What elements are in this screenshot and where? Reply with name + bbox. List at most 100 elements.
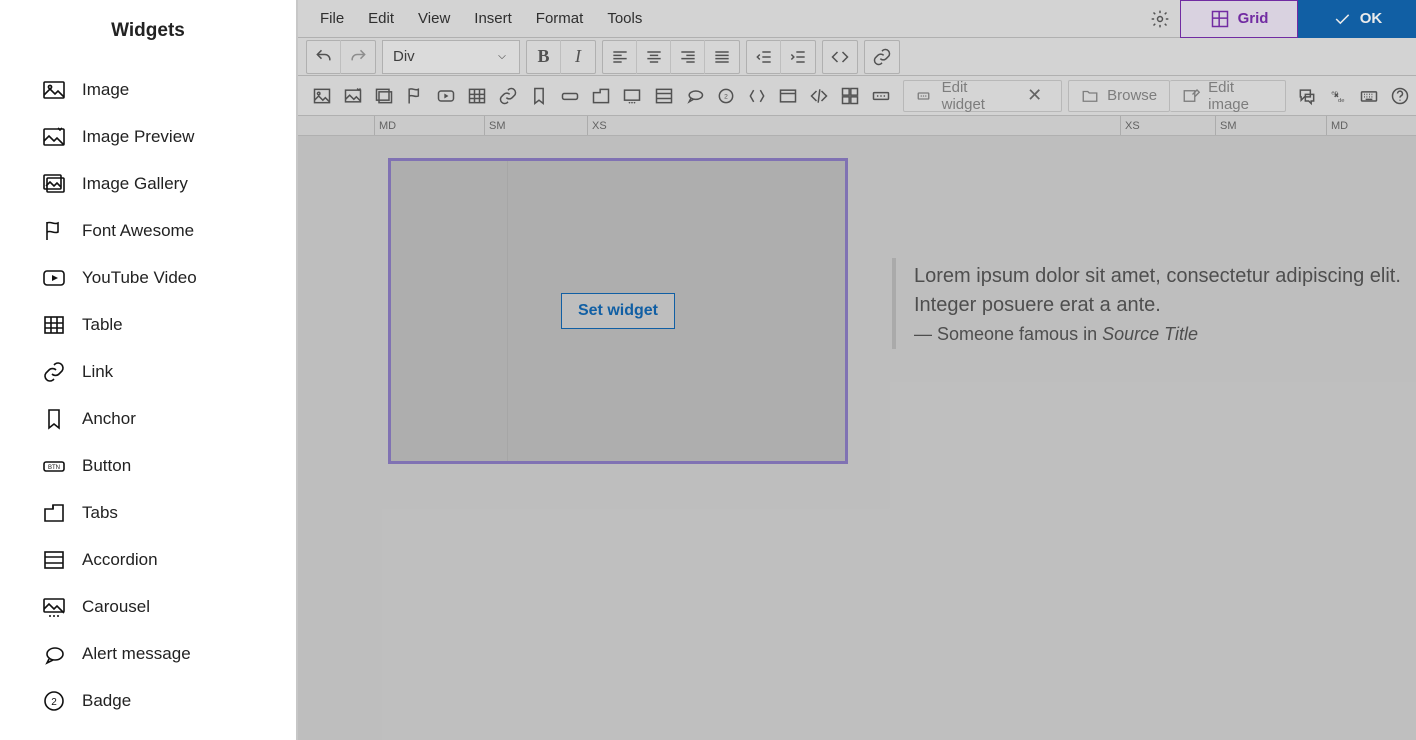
widget-item-label: Badge	[82, 691, 131, 711]
menu-insert[interactable]: Insert	[462, 0, 524, 37]
widget-item-tabs[interactable]: Tabs	[0, 489, 296, 536]
insert-more-button[interactable]	[866, 80, 897, 112]
undo-icon	[314, 47, 334, 67]
insert-image-button[interactable]	[306, 80, 337, 112]
menu-file[interactable]: File	[308, 0, 356, 37]
edit-widget-button[interactable]: Edit widget ✕	[903, 80, 1063, 112]
widget-item-link[interactable]: Link	[0, 348, 296, 395]
table-icon	[467, 86, 487, 106]
insert-link-button2[interactable]	[493, 80, 524, 112]
blockquote[interactable]: Lorem ipsum dolor sit amet, consectetur …	[892, 258, 1402, 349]
outdent-button[interactable]	[747, 40, 781, 74]
widget-item-label: Image	[82, 80, 129, 100]
gear-icon	[1150, 9, 1170, 29]
ruler-mark-xs-left: XS	[587, 116, 607, 135]
widget-item-label: Button	[82, 456, 131, 476]
insert-button-button[interactable]	[555, 80, 586, 112]
editor-canvas[interactable]: Set widget Lorem ipsum dolor sit amet, c…	[298, 136, 1416, 740]
language-button[interactable]: ende	[1323, 80, 1354, 112]
italic-button[interactable]: I	[561, 40, 595, 74]
help-button[interactable]	[1385, 80, 1416, 112]
blockquote-cite-source: Source Title	[1102, 324, 1198, 344]
insert-image-gallery-button[interactable]	[368, 80, 399, 112]
svg-text:de: de	[1338, 97, 1344, 103]
widget-item-youtube[interactable]: YouTube Video	[0, 254, 296, 301]
widget-item-label: Anchor	[82, 409, 136, 429]
widget-item-font-awesome[interactable]: Font Awesome	[0, 207, 296, 254]
menubar: File Edit View Insert Format Tools Grid …	[298, 0, 1416, 38]
widget-item-image[interactable]: Image	[0, 66, 296, 113]
insert-html-button[interactable]	[804, 80, 835, 112]
block-format-value: Div	[393, 48, 415, 65]
menu-format[interactable]: Format	[524, 0, 596, 37]
widget-item-table[interactable]: Table	[0, 301, 296, 348]
menu-view[interactable]: View	[406, 0, 462, 37]
blockquote-text: Lorem ipsum dolor sit amet, consectetur …	[914, 262, 1402, 320]
insert-youtube-button[interactable]	[430, 80, 461, 112]
block-format-select[interactable]: Div	[382, 40, 520, 74]
browse-button[interactable]: Browse	[1068, 80, 1170, 112]
menu-edit[interactable]: Edit	[356, 0, 406, 37]
align-right-button[interactable]	[671, 40, 705, 74]
insert-link-button[interactable]	[865, 40, 899, 74]
comments-icon	[1297, 86, 1317, 106]
edit-image-label: Edit image	[1208, 79, 1273, 113]
grid-toggle-button[interactable]: Grid	[1180, 0, 1298, 38]
insert-table-button[interactable]	[461, 80, 492, 112]
bold-button[interactable]: B	[527, 40, 561, 74]
insert-font-awesome-button[interactable]	[399, 80, 430, 112]
widget-item-alert[interactable]: Alert message	[0, 630, 296, 677]
widget-item-badge[interactable]: 2 Badge	[0, 677, 296, 724]
align-left-button[interactable]	[603, 40, 637, 74]
widget-placeholder[interactable]: Set widget	[388, 158, 848, 464]
widget-item-accordion[interactable]: Accordion	[0, 536, 296, 583]
settings-button[interactable]	[1140, 0, 1180, 38]
widget-item-image-gallery[interactable]: Image Gallery	[0, 160, 296, 207]
comments-button[interactable]	[1292, 80, 1323, 112]
badge-icon: 2	[716, 86, 736, 106]
widget-item-button[interactable]: BTN Button	[0, 442, 296, 489]
widget-item-anchor[interactable]: Anchor	[0, 395, 296, 442]
accordion-icon	[42, 548, 66, 572]
insert-anchor-button[interactable]	[524, 80, 555, 112]
align-justify-button[interactable]	[705, 40, 739, 74]
youtube-icon	[436, 86, 456, 106]
insert-carousel-button[interactable]	[617, 80, 648, 112]
redo-button[interactable]	[341, 40, 375, 74]
insert-accordion-button[interactable]	[648, 80, 679, 112]
folder-icon	[1081, 87, 1099, 105]
insert-image-preview-button[interactable]	[337, 80, 368, 112]
set-widget-button[interactable]: Set widget	[561, 293, 675, 329]
indent-button[interactable]	[781, 40, 815, 74]
undo-button[interactable]	[307, 40, 341, 74]
insert-snippet-button[interactable]	[741, 80, 772, 112]
ellipsis-box-icon	[916, 87, 934, 105]
align-center-button[interactable]	[637, 40, 671, 74]
widget-item-carousel[interactable]: Carousel	[0, 583, 296, 630]
grid-toggle-label: Grid	[1238, 10, 1269, 27]
source-code-button[interactable]	[823, 40, 857, 74]
button-icon: BTN	[42, 454, 66, 478]
badge-icon: 2	[42, 689, 66, 713]
tabs-icon	[591, 86, 611, 106]
keyboard-button[interactable]	[1354, 80, 1385, 112]
check-icon	[1332, 9, 1352, 29]
image-icon	[312, 86, 332, 106]
insert-badge-button[interactable]: 2	[710, 80, 741, 112]
menu-tools[interactable]: Tools	[595, 0, 654, 37]
carousel-icon	[42, 595, 66, 619]
widget-item-label: Font Awesome	[82, 221, 194, 241]
close-icon[interactable]: ✕	[1020, 85, 1049, 106]
widget-item-image-preview[interactable]: Image Preview	[0, 113, 296, 160]
ok-button[interactable]: OK	[1298, 0, 1416, 38]
widget-item-label: YouTube Video	[82, 268, 197, 288]
insert-container-button[interactable]	[772, 80, 803, 112]
tabs-icon	[42, 501, 66, 525]
widget-item-label: Link	[82, 362, 113, 382]
insert-widget-button[interactable]	[835, 80, 866, 112]
svg-text:2: 2	[51, 697, 57, 708]
insert-tabs-button[interactable]	[586, 80, 617, 112]
insert-alert-button[interactable]	[679, 80, 710, 112]
edit-image-button[interactable]: Edit image	[1170, 80, 1286, 112]
widget-grid-icon	[840, 86, 860, 106]
